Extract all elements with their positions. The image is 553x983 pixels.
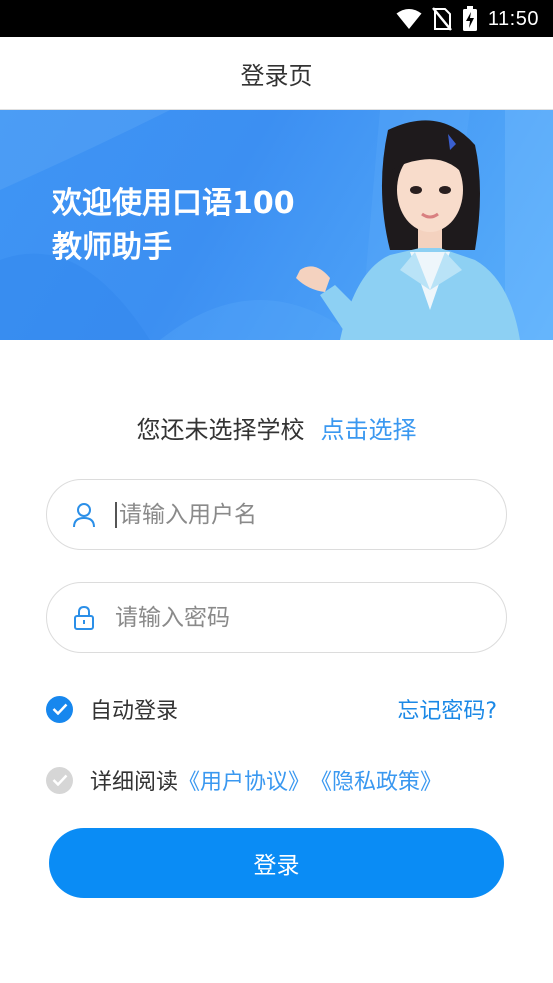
forgot-password-link[interactable]: 忘记密码? xyxy=(397,693,497,725)
status-icons: 11:50 xyxy=(396,6,539,32)
agreement-row: 详细阅读 《用户协议》 《隐私政策》 xyxy=(46,765,507,795)
teacher-avatar xyxy=(296,120,520,340)
privacy-policy-link[interactable]: 《隐私政策》 xyxy=(310,764,442,796)
status-bar: 11:50 xyxy=(0,0,553,37)
wifi-icon xyxy=(396,9,422,29)
username-field[interactable] xyxy=(46,479,507,550)
checkmark-icon xyxy=(52,774,67,786)
select-school-link[interactable]: 点击选择 xyxy=(321,410,417,445)
school-prompt: 您还未选择学校 xyxy=(136,416,305,444)
checkmark-icon xyxy=(52,703,67,715)
agreement-checkbox[interactable] xyxy=(46,766,73,794)
login-button[interactable]: 登录 xyxy=(49,828,504,898)
welcome-banner: 欢迎使用口语100 教师助手 xyxy=(0,110,553,340)
auto-login-label[interactable]: 自动登录 xyxy=(90,693,178,725)
banner-text: 欢迎使用口语100 教师助手 xyxy=(52,182,295,270)
user-icon xyxy=(69,500,99,530)
username-input[interactable] xyxy=(119,501,479,528)
page-title: 登录页 xyxy=(240,61,313,90)
user-agreement-link[interactable]: 《用户协议》 xyxy=(178,764,310,796)
text-cursor xyxy=(115,501,117,528)
no-sim-icon xyxy=(431,7,452,31)
banner-line-2: 教师助手 xyxy=(52,230,172,265)
nav-bar: 登录页 xyxy=(0,37,553,110)
banner-line-1: 欢迎使用口语100 xyxy=(52,186,295,221)
battery-charging-icon xyxy=(462,6,477,31)
school-selection-row: 您还未选择学校 点击选择 xyxy=(0,410,553,445)
status-time: 11:50 xyxy=(487,7,539,30)
password-input[interactable] xyxy=(115,604,475,631)
lock-icon xyxy=(69,603,99,633)
agreement-prefix: 详细阅读 xyxy=(90,770,179,795)
auto-login-row: 自动登录 忘记密码? xyxy=(46,694,507,724)
auto-login-checkbox[interactable] xyxy=(46,695,73,723)
password-field[interactable] xyxy=(46,582,507,653)
